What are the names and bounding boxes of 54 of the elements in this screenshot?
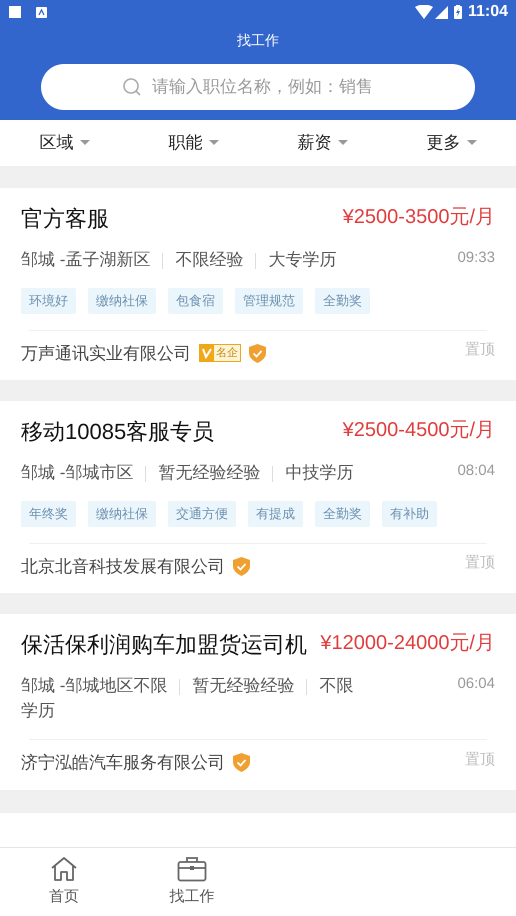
- status-time: 11:04: [468, 2, 508, 22]
- post-time: 08:04: [457, 461, 495, 481]
- benefit-tag: 环境好: [21, 288, 76, 314]
- job-title: 官方客服: [21, 205, 109, 233]
- signal-icon: [434, 6, 448, 18]
- job-card[interactable]: 移动10085客服专员 ¥2500-4500元/月 邹城 -邹城市区 暂无经验经验 中技学历 08:04 年终奖 缴纳社保 交通方便 有提成 全勤奖 有补助 北京北音科技发展有限公司 置顶: [0, 401, 516, 593]
- post-time: 06:04: [457, 674, 495, 694]
- salary: ¥12000-24000元/月: [320, 631, 495, 656]
- filter-dropdown[interactable]: 区域: [0, 130, 129, 156]
- page-title: 找工作: [237, 31, 279, 50]
- benefit-tag: 包食宿: [168, 288, 223, 314]
- company-name: 北京北音科技发展有限公司: [21, 556, 225, 578]
- wifi-icon: [414, 5, 433, 19]
- job-title: 保活保利润购车加盟货运司机: [21, 631, 307, 659]
- famous-company-badge: 名企: [199, 344, 241, 362]
- benefit-tag: 有补助: [382, 501, 437, 526]
- caret-icon: [466, 140, 476, 146]
- benefit-tag: 交通方便: [168, 501, 236, 526]
- pinned-label: 置顶: [465, 340, 495, 360]
- filter-dropdown[interactable]: 职能: [129, 130, 258, 156]
- job-details: 邹城 -邹城地区不限 暂无经验经验 不限学历: [21, 675, 354, 722]
- caret-icon: [208, 140, 218, 146]
- briefcase-icon: [177, 856, 207, 882]
- caret-icon: [338, 140, 348, 146]
- benefit-tag: 缴纳社保: [88, 501, 156, 526]
- benefit-tag: 全勤奖: [315, 288, 370, 314]
- home-icon: [50, 856, 78, 882]
- battery-icon: [454, 5, 462, 19]
- caret-icon: [80, 140, 90, 146]
- salary: ¥2500-3500元/月: [342, 205, 495, 230]
- nav-tab[interactable]: 首页: [0, 848, 128, 916]
- app-notification-icon: [36, 6, 47, 18]
- job-card[interactable]: 官方客服 ¥2500-3500元/月 邹城 -孟子湖新区 不限经验 大专学历 09:33 环境好 缴纳社保 包食宿 管理规范 全勤奖 万声通讯实业有限公司 名企 置顶: [0, 188, 516, 380]
- benefit-tag: 年终奖: [21, 501, 76, 526]
- v-icon: [200, 345, 214, 362]
- job-title: 移动10085客服专员: [21, 418, 214, 446]
- benefit-tag: 缴纳社保: [88, 288, 156, 314]
- job-details: 邹城 -邹城市区 暂无经验经验 中技学历: [21, 462, 354, 484]
- company-name: 济宁泓皓汽车服务有限公司: [21, 752, 225, 774]
- benefit-tag: 管理规范: [235, 288, 303, 314]
- notification-icon: [8, 5, 22, 19]
- post-time: 09:33: [457, 248, 495, 268]
- salary: ¥2500-4500元/月: [342, 418, 495, 443]
- job-card[interactable]: 保活保利润购车加盟货运司机 ¥12000-24000元/月 邹城 -邹城地区不限 暂无经验经验 不限学历 06:04 济宁泓皓汽车服务有限公司 置顶: [0, 614, 516, 790]
- benefit-tag: 全勤奖: [315, 501, 370, 526]
- filter-dropdown[interactable]: 更多: [387, 130, 516, 156]
- pinned-label: 置顶: [465, 750, 495, 770]
- benefit-tag: 有提成: [248, 501, 303, 526]
- job-details: 邹城 -孟子湖新区 不限经验 大专学历: [21, 249, 338, 271]
- nav-tab[interactable]: 找工作: [128, 848, 256, 916]
- pinned-label: 置顶: [465, 553, 495, 573]
- search-field[interactable]: 请输入职位名称，例如：销售: [41, 64, 475, 110]
- company-name: 万声通讯实业有限公司: [21, 342, 191, 364]
- filter-dropdown[interactable]: 薪资: [258, 130, 387, 156]
